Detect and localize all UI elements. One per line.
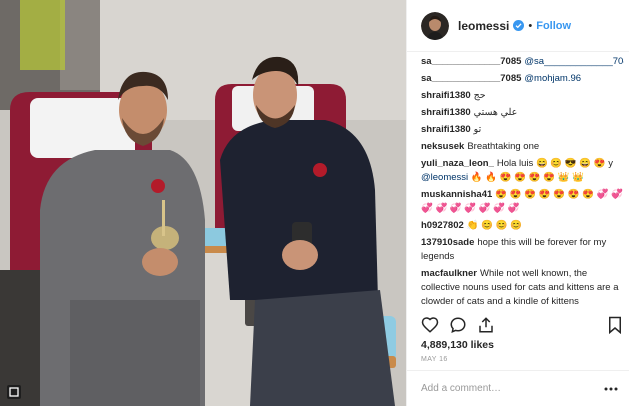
comment-username[interactable]: shraifi1380	[421, 90, 471, 101]
comment-text: Hola luis 😄 😊 😎 😄 😍 y	[496, 158, 614, 169]
comment: h0927802 👏 😊 😊 😊	[421, 219, 624, 233]
comment-username[interactable]: muskannisha41	[421, 189, 492, 200]
comment-username[interactable]: yuli_naza_leon_	[421, 158, 494, 169]
comment-text: تو	[473, 124, 482, 135]
comment-icon[interactable]	[449, 316, 467, 334]
comment-username[interactable]: shraifi1380	[421, 124, 471, 135]
comment-text: علي هستي	[473, 107, 518, 118]
verified-badge-icon	[513, 20, 525, 31]
comment-username[interactable]: macfaulkner	[421, 268, 477, 279]
comment: shraifi1380 حج	[421, 89, 624, 103]
header-separator: •	[528, 19, 533, 32]
add-comment-bar: Add a comment…	[407, 370, 629, 406]
comment-username[interactable]: neksusek	[421, 141, 464, 152]
comment-mention[interactable]: @sa_____________7085	[524, 56, 624, 67]
post-side-panel: leomessi • Follow sa_____________7085 @sa…	[406, 0, 629, 406]
comment: sa_____________7085 @sa_____________7085	[421, 55, 624, 69]
comment-mention[interactable]: @mohjam.96	[524, 73, 581, 84]
comment-text: Breathtaking one	[467, 141, 540, 152]
comment: macfaulkner While not well known, the col…	[421, 267, 624, 309]
comment: shraifi1380 تو	[421, 123, 624, 137]
post-username[interactable]: leomessi	[458, 19, 509, 33]
more-options-icon[interactable]	[604, 387, 618, 391]
comment-text: حج	[473, 90, 486, 101]
comment-username[interactable]: sa_____________7085	[421, 56, 521, 67]
comments-list: sa_____________7085 @sa_____________7085 …	[421, 53, 624, 309]
comment: 137910sade hope this will be forever for …	[421, 236, 624, 264]
post-date: MAY 16	[421, 356, 448, 363]
comment-username[interactable]: shraifi1380	[421, 107, 471, 118]
photo-illustration	[0, 0, 406, 406]
multi-post-icon	[7, 385, 21, 399]
comment-username[interactable]: h0927802	[421, 220, 464, 231]
comment: neksusek Breathtaking one	[421, 140, 624, 154]
follow-button[interactable]: Follow	[536, 20, 571, 32]
add-comment-input[interactable]: Add a comment…	[421, 383, 501, 394]
avatar[interactable]	[421, 11, 449, 40]
bookmark-icon[interactable]	[606, 316, 624, 334]
comment-username[interactable]: 137910sade	[421, 237, 474, 248]
comment: yuli_naza_leon_ Hola luis 😄 😊 😎 😄 😍 y @le…	[421, 157, 624, 185]
comment-username[interactable]: sa_____________7085	[421, 73, 521, 84]
post-photo[interactable]	[0, 0, 406, 406]
comment: shraifi1380 علي هستي	[421, 106, 624, 120]
comment-text-continued: 🔥 🔥 😍 😍 😍 😍 👑 👑	[468, 172, 584, 183]
comment-mention[interactable]: @leomessi	[421, 172, 468, 183]
heart-icon[interactable]	[421, 316, 439, 334]
share-icon[interactable]	[477, 316, 495, 334]
likes-count[interactable]: 4,889,130 likes	[421, 339, 494, 351]
comment-text: 👏 😊 😊 😊	[466, 220, 523, 231]
comment: muskannisha41 😍 😍 😍 😍 😍 😍 😍 💞 💞 💞 💞 💞 💞 💞…	[421, 188, 624, 216]
post-actions	[421, 314, 624, 336]
post-header: leomessi • Follow	[407, 0, 629, 52]
comment: sa_____________7085 @mohjam.96	[421, 72, 624, 86]
